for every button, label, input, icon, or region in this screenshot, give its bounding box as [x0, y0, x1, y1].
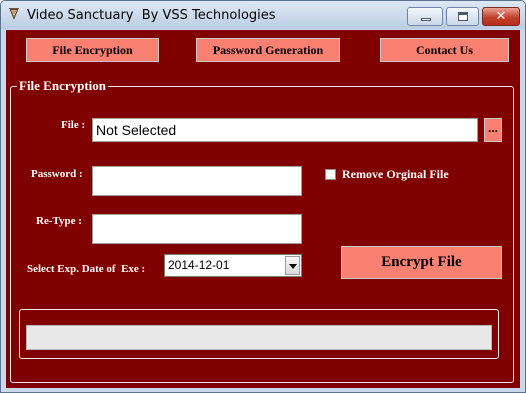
file-path-field[interactable] [92, 118, 478, 142]
contact-us-button[interactable]: Contact Us [380, 38, 509, 62]
file-encryption-group: File Encryption File : ... Password : Re… [10, 78, 514, 383]
password-label: Password : [31, 168, 83, 180]
remove-original-checkbox[interactable] [325, 169, 336, 180]
app-window: Video Sanctuary By VSS Technologies ✕ Fi… [0, 0, 526, 393]
file-encryption-button[interactable]: File Encryption [26, 38, 159, 62]
exp-date-select[interactable]: 2014-12-01 [164, 254, 302, 277]
close-icon: ✕ [495, 9, 507, 24]
dropdown-button[interactable] [285, 256, 300, 275]
retype-password-field[interactable] [92, 214, 302, 244]
retype-label: Re-Type : [36, 215, 82, 227]
browse-button[interactable]: ... [484, 118, 502, 142]
chevron-down-icon [289, 264, 297, 269]
encrypt-file-button[interactable]: Encrypt File [341, 246, 502, 279]
minimize-button[interactable] [407, 7, 443, 26]
window-title: Video Sanctuary By VSS Technologies [27, 8, 276, 23]
password-generation-button[interactable]: Password Generation [196, 38, 340, 62]
progress-group [19, 309, 499, 359]
remove-original-label: Remove Orginal File [342, 167, 449, 181]
exp-date-value: 2014-12-01 [168, 258, 230, 272]
client-area: File Encryption Password Generation Cont… [6, 30, 520, 388]
close-button[interactable]: ✕ [482, 7, 520, 26]
maximize-icon [458, 12, 468, 21]
maximize-button[interactable] [446, 7, 479, 26]
password-field[interactable] [92, 166, 302, 196]
group-title: File Encryption [17, 78, 109, 94]
minimize-icon [421, 18, 431, 21]
title-bar[interactable]: Video Sanctuary By VSS Technologies ✕ [1, 1, 525, 29]
app-icon [9, 8, 19, 20]
progress-bar [26, 325, 492, 350]
file-label: File : [61, 119, 86, 131]
exp-date-label: Select Exp. Date of Exe : [27, 263, 146, 275]
